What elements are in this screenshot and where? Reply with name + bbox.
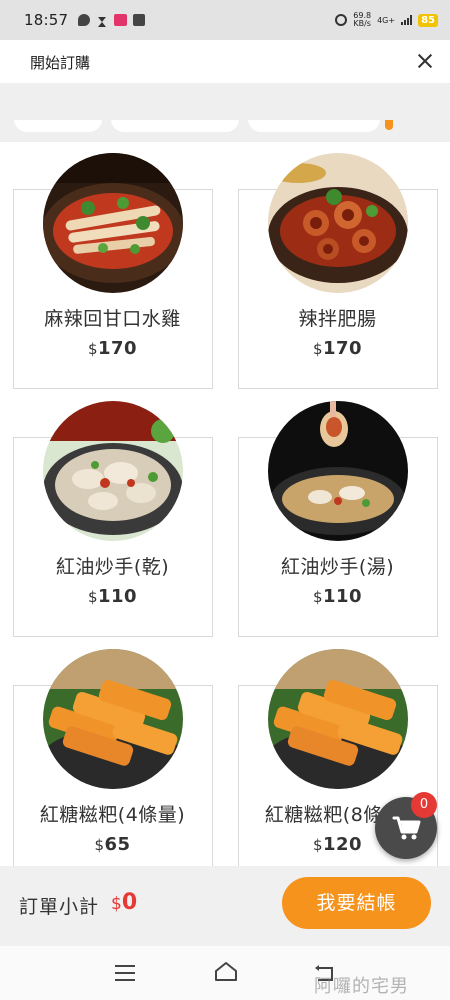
spicy-intestine-photo [268,153,408,293]
page-title: 開始訂購 [30,54,91,72]
brown-sugar-cake-photo [43,649,183,789]
product-price: $65 [94,834,131,855]
product-price: $170 [87,338,138,359]
signal-icon [401,15,413,25]
product-price: $110 [312,586,363,607]
watermark: 阿囉的宅男 [314,976,409,997]
wonton-dry-photo [43,401,183,541]
status-time: 18:57 [24,11,69,29]
checkout-button[interactable]: 我要結帳 [282,877,431,929]
screen: 18:57 69.8 KB/s 4G+ 85 開始訂購 麻辣回甘口水雞 $170… [0,0,450,1000]
product-price: $170 [312,338,363,359]
category-strip[interactable] [0,120,450,142]
close-icon[interactable] [414,50,436,72]
wonton-soup-photo [268,401,408,541]
hourglass-icon [96,14,108,27]
search-band [0,83,450,120]
battery-indicator: 85 [418,13,438,27]
page-header: 開始訂購 [0,40,450,83]
category-scroll-indicator [385,120,393,130]
product-name: 紅油炒手(乾) [55,556,170,578]
alarm-icon [335,14,348,26]
product-name: 麻辣回甘口水雞 [44,308,181,330]
status-bar: 18:57 69.8 KB/s 4G+ 85 [0,0,450,40]
spicy-chicken-photo [43,153,183,293]
brown-sugar-cake-photo [268,649,408,789]
menu-icon[interactable] [115,965,135,981]
product-grid: 麻辣回甘口水雞 $170 辣拌肥腸 $170 紅油炒手(乾) $110 紅油炒手… [0,142,450,866]
order-summary-bar: 訂單小計 $0 我要結帳 [0,866,450,946]
subtotal-amount: $0 [111,890,138,915]
category-chip[interactable] [248,120,380,132]
product-name: 辣拌肥腸 [298,308,377,330]
subtotal-label: 訂單小計 [19,896,100,918]
category-chip[interactable] [111,120,239,132]
category-chip[interactable] [14,120,102,132]
network-type: 4G+ [377,15,396,25]
message-icon [78,14,91,26]
network-speed: 69.8 KB/s [353,11,372,28]
cart-count-badge: 0 [411,792,437,818]
product-name: 紅油炒手(湯) [280,556,395,578]
notification-square-icon [133,14,146,26]
product-price: $110 [87,586,138,607]
product-name: 紅糖糍粑(4條量) [39,804,186,826]
app-notification-icon [114,14,128,26]
home-icon[interactable] [213,960,239,982]
